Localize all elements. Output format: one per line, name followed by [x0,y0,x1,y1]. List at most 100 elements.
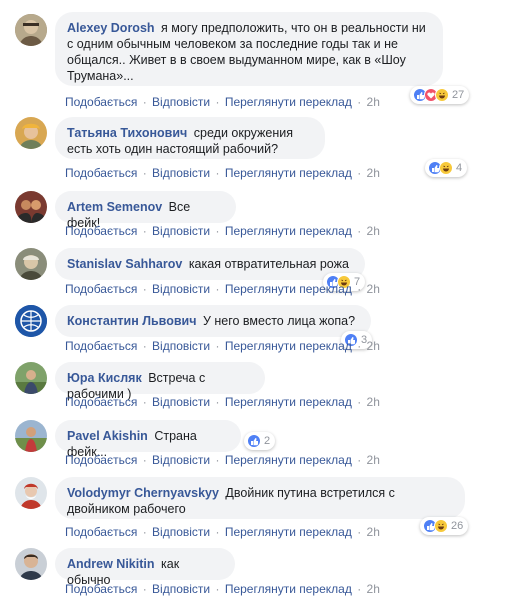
separator: · [357,525,362,539]
reply-button[interactable]: Відповісти [152,339,210,353]
author-link[interactable]: Константин Львович [67,314,196,328]
timestamp[interactable]: 2h [367,582,380,596]
comment-actions: Подобається · Відповісти · Переглянути п… [65,582,380,596]
reply-button[interactable]: Відповісти [152,224,210,238]
separator: · [357,166,362,180]
avatar[interactable] [15,248,47,280]
separator: · [142,582,147,596]
timestamp[interactable]: 2h [367,95,380,109]
reply-button[interactable]: Відповісти [152,582,210,596]
comment-text: какая отвратительная рожа [188,257,349,271]
comment-bubble: Константин Львович У него вместо лица жо… [55,305,371,337]
avatar[interactable] [15,117,47,149]
reply-button[interactable]: Відповісти [152,525,210,539]
separator: · [215,224,220,238]
avatar[interactable] [15,305,47,337]
comment-actions: Подобається · Відповісти · Переглянути п… [65,166,380,180]
see-translation-button[interactable]: Переглянути переклад [225,95,352,109]
separator: · [215,339,220,353]
avatar[interactable] [15,362,47,394]
separator: · [357,282,362,296]
reaction-count: 26 [451,520,464,532]
reply-button[interactable]: Відповісти [152,282,210,296]
separator: · [142,166,147,180]
see-translation-button[interactable]: Переглянути переклад [225,224,352,238]
reply-button[interactable]: Відповісти [152,166,210,180]
like-button[interactable]: Подобається [65,525,137,539]
reactions-badge[interactable]: 4 [425,159,468,177]
comment-actions: Подобається · Відповісти · Переглянути п… [65,395,380,409]
comment-bubble: Stanislav Sahharov какая отвратительная … [55,248,365,280]
separator: · [215,95,220,109]
separator: · [142,95,147,109]
comment-bubble: Volodymyr Chernyavskyy Двойник путина вс… [55,477,465,519]
comment-actions: Подобається · Відповісти · Переглянути п… [65,282,380,296]
comment-actions: Подобається · Відповісти · Переглянути п… [65,224,380,238]
reactions-badge[interactable]: 2 [244,432,276,450]
separator: · [357,453,362,467]
comment-bubble: Юра Кисляк Встреча с рабочими ) [55,362,265,401]
see-translation-button[interactable]: Переглянути переклад [225,282,352,296]
avatar[interactable] [15,420,47,452]
separator: · [142,453,147,467]
comment-actions: Подобається · Відповісти · Переглянути п… [65,525,380,539]
avatar[interactable] [15,477,47,509]
comment-actions: Подобається · Відповісти · Переглянути п… [65,95,380,109]
reply-button[interactable]: Відповісти [152,95,210,109]
author-link[interactable]: Татьяна Тихонович [67,126,187,140]
timestamp[interactable]: 2h [367,224,380,238]
author-link[interactable]: Pavel Akishin [67,429,148,443]
see-translation-button[interactable]: Переглянути переклад [225,525,352,539]
separator: · [357,339,362,353]
author-link[interactable]: Alexey Dorosh [67,21,155,35]
haha-reaction-icon [434,519,448,533]
avatar[interactable] [15,191,47,223]
author-link[interactable]: Artem Semenov [67,200,162,214]
like-button[interactable]: Подобається [65,95,137,109]
see-translation-button[interactable]: Переглянути переклад [225,166,352,180]
timestamp[interactable]: 2h [367,339,380,353]
comment-bubble: Artem Semenov Все фейк! [55,191,236,230]
timestamp[interactable]: 2h [367,166,380,180]
avatar[interactable] [15,548,47,580]
comment-bubble: Татьяна Тихонович среди окружения есть х… [55,117,325,159]
timestamp[interactable]: 2h [367,395,380,409]
separator: · [215,282,220,296]
like-button[interactable]: Подобається [65,395,137,409]
separator: · [215,395,220,409]
reactions-badge[interactable]: 26 [420,517,469,535]
avatar[interactable] [15,14,47,46]
like-button[interactable]: Подобається [65,582,137,596]
comment-actions: Подобається · Відповісти · Переглянути п… [65,453,380,467]
comment-bubble: Andrew Nikitin как обычно [55,548,235,587]
see-translation-button[interactable]: Переглянути переклад [225,453,352,467]
comment-bubble: Pavel Akishin Страна фейк... [55,420,241,459]
separator: · [142,525,147,539]
see-translation-button[interactable]: Переглянути переклад [225,395,352,409]
reply-button[interactable]: Відповісти [152,395,210,409]
comment-text: У него вместо лица жопа? [202,314,356,328]
reaction-count: 2 [264,435,271,447]
author-link[interactable]: Stanislav Sahharov [67,257,182,271]
like-button[interactable]: Подобається [65,166,137,180]
like-reaction-icon [247,434,261,448]
like-button[interactable]: Подобається [65,339,137,353]
timestamp[interactable]: 2h [367,525,380,539]
author-link[interactable]: Andrew Nikitin [67,557,155,571]
like-button[interactable]: Подобається [65,224,137,238]
see-translation-button[interactable]: Переглянути переклад [225,339,352,353]
separator: · [142,282,147,296]
reply-button[interactable]: Відповісти [152,453,210,467]
reaction-count: 4 [456,162,463,174]
like-button[interactable]: Подобається [65,453,137,467]
timestamp[interactable]: 2h [367,282,380,296]
separator: · [357,95,362,109]
see-translation-button[interactable]: Переглянути переклад [225,582,352,596]
like-button[interactable]: Подобається [65,282,137,296]
author-link[interactable]: Юра Кисляк [67,371,142,385]
comment-actions: Подобається · Відповісти · Переглянути п… [65,339,380,353]
separator: · [357,582,362,596]
reactions-badge[interactable]: 27 [410,86,470,104]
author-link[interactable]: Volodymyr Chernyavskyy [67,486,219,500]
timestamp[interactable]: 2h [367,453,380,467]
